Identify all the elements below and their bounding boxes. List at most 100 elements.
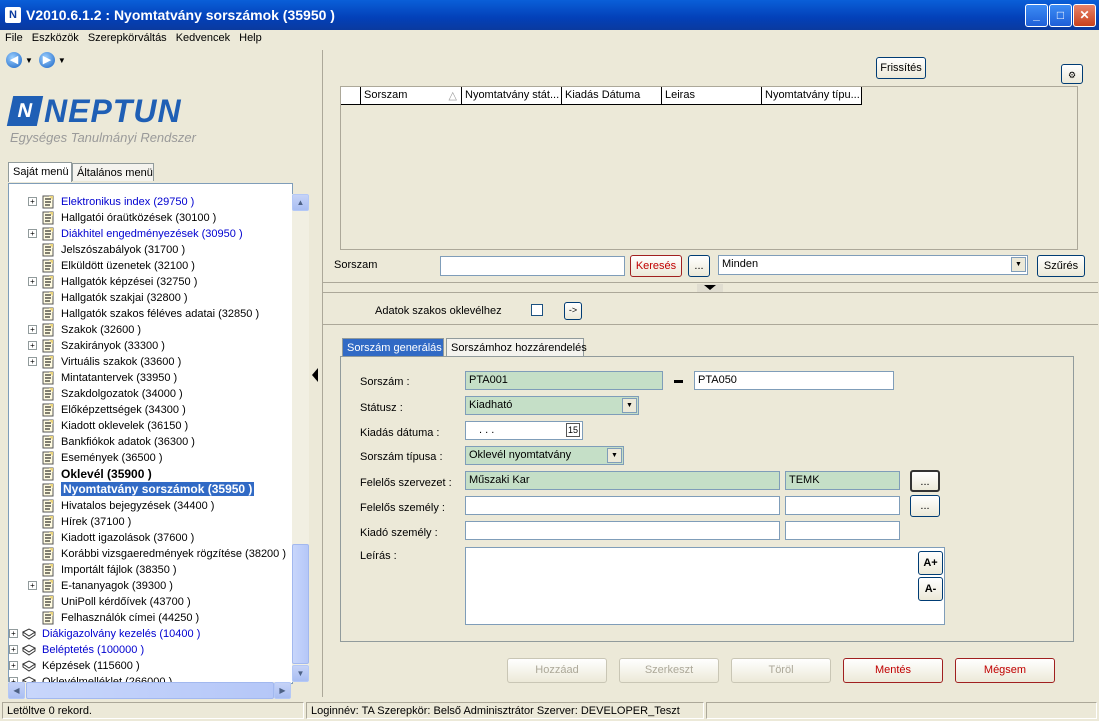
back-dropdown-icon[interactable]: ▼ (25, 56, 33, 65)
chevron-down-icon[interactable]: ▼ (622, 398, 637, 413)
scroll-down-icon[interactable]: ▼ (292, 665, 309, 682)
tree-item[interactable]: Jelszószabályok (31700 ) (9, 242, 292, 258)
diploma-go-button[interactable]: -> (564, 302, 582, 320)
tree-item[interactable]: Hallgatók szakjai (32800 ) (9, 290, 292, 306)
kiado-szemely-code[interactable] (785, 521, 900, 540)
scroll-thumb[interactable] (292, 544, 309, 664)
search-more-button[interactable]: ... (688, 255, 710, 277)
tree-item[interactable]: Kiadott oklevelek (36150 ) (9, 418, 292, 434)
tab-sajat-menu[interactable]: Saját menü (8, 162, 72, 182)
tree-item[interactable]: Elküldött üzenetek (32100 ) (9, 258, 292, 274)
tree-vertical-scrollbar[interactable]: ▲ ▼ (292, 194, 309, 682)
tree-item[interactable]: Bankfiókok adatok (36300 ) (9, 434, 292, 450)
column-leiras[interactable]: Leiras (662, 87, 762, 105)
expand-icon[interactable]: + (9, 661, 18, 670)
font-decrease-button[interactable]: A- (918, 577, 943, 601)
calendar-icon[interactable]: 15 (566, 423, 580, 437)
tree-item[interactable]: + Képzések (115600 ) (9, 658, 292, 674)
menu-file[interactable]: File (0, 30, 27, 44)
tree-item[interactable]: + Hallgatók képzései (32750 ) (9, 274, 292, 290)
expand-icon[interactable]: + (9, 645, 18, 654)
column-nyomtatvany-tipus[interactable]: Nyomtatvány típu... (762, 87, 862, 105)
expand-icon[interactable]: + (9, 629, 18, 638)
tree-item[interactable]: Hírek (37100 ) (9, 514, 292, 530)
tree-item[interactable]: Mintatantervek (33950 ) (9, 370, 292, 386)
tree-item[interactable]: Szakdolgozatok (34000 ) (9, 386, 292, 402)
close-button[interactable]: ✕ (1073, 4, 1096, 27)
tree-item[interactable]: Hallgatók szakos féléves adatai (32850 ) (9, 306, 292, 322)
tree-item[interactable]: Hallgatói óraütközések (30100 ) (9, 210, 292, 226)
tree-item[interactable]: + Diákigazolvány kezelés (10400 ) (9, 626, 292, 642)
tree-item[interactable]: Hivatalos bejegyzések (34400 ) (9, 498, 292, 514)
statusz-select[interactable]: Kiadható ▼ (465, 396, 639, 415)
menu-szerepkorvaltas[interactable]: Szerepkörváltás (83, 30, 171, 44)
add-button[interactable]: Hozzáad (507, 658, 607, 683)
column-kiadas-datuma[interactable]: Kiadás Dátuma (562, 87, 662, 105)
felelos-szervezet-name[interactable]: Műszaki Kar (465, 471, 780, 490)
tab-altalanos-menu[interactable]: Általános menü (72, 163, 154, 181)
save-button[interactable]: Mentés (843, 658, 943, 683)
expand-icon[interactable]: + (28, 229, 37, 238)
edit-button[interactable]: Szerkeszt (619, 658, 719, 683)
menu-eszkozok[interactable]: Eszközök (27, 30, 83, 44)
szemely-lookup-button[interactable]: ... (910, 495, 940, 517)
expand-icon[interactable]: + (28, 197, 37, 206)
expand-icon[interactable]: + (28, 341, 37, 350)
delete-button[interactable]: Töröl (731, 658, 831, 683)
expand-icon[interactable]: + (28, 325, 37, 334)
menu-tree[interactable]: + Elektronikus index (29750 ) Hallgatói ór… (8, 183, 293, 684)
menu-kedvencek[interactable]: Kedvencek (171, 30, 234, 44)
scroll-up-icon[interactable]: ▲ (292, 194, 309, 211)
tree-item[interactable]: Korábbi vizsgaeredmények rögzítése (3820… (9, 546, 292, 562)
forward-dropdown-icon[interactable]: ▼ (58, 56, 66, 65)
tree-item[interactable]: Felhasználók címei (44250 ) (9, 610, 292, 626)
filter-select[interactable]: Minden ▼ (718, 255, 1028, 275)
search-input[interactable] (440, 256, 625, 276)
panel-splitter[interactable] (310, 360, 320, 390)
diploma-data-checkbox[interactable] (531, 304, 543, 316)
collapse-down-icon[interactable] (704, 285, 716, 290)
cancel-button[interactable]: Mégsem (955, 658, 1055, 683)
felelos-szervezet-code[interactable]: TEMK (785, 471, 900, 490)
results-grid[interactable]: Sorszam △ Nyomtatvány stát... Kiadás Dátu… (340, 86, 1078, 250)
forward-arrow-icon[interactable]: ▶ (38, 52, 55, 68)
tree-item[interactable]: Események (36500 ) (9, 450, 292, 466)
tree-horizontal-scrollbar[interactable]: ◀ ▶ (8, 682, 291, 699)
tree-item[interactable]: Kiadott igazolások (37600 ) (9, 530, 292, 546)
minimize-button[interactable]: _ (1025, 4, 1048, 27)
expand-icon[interactable]: + (28, 277, 37, 286)
kiado-szemely-name[interactable] (465, 521, 780, 540)
scroll-left-icon[interactable]: ◀ (8, 682, 25, 699)
tree-item[interactable]: UniPoll kérdőívek (43700 ) (9, 594, 292, 610)
tree-item[interactable]: Előképzettségek (34300 ) (9, 402, 292, 418)
search-button[interactable]: Keresés (630, 255, 682, 277)
tree-item[interactable]: + Diákhitel engedményezések (30950 ) (9, 226, 292, 242)
hscroll-thumb[interactable] (26, 682, 274, 699)
tree-item[interactable]: + Elektronikus index (29750 ) (9, 194, 292, 210)
collapse-left-icon[interactable] (312, 368, 318, 382)
grid-settings-icon[interactable]: ⚙ (1061, 64, 1083, 84)
font-increase-button[interactable]: A+ (918, 551, 943, 575)
tree-item[interactable]: Oklevél (35900 ) (9, 466, 292, 482)
chevron-down-icon[interactable]: ▼ (607, 448, 622, 463)
felelos-szemely-code[interactable] (785, 496, 900, 515)
expand-icon[interactable]: + (28, 357, 37, 366)
tree-item[interactable]: + Beléptetés (100000 ) (9, 642, 292, 658)
menu-help[interactable]: Help (234, 30, 266, 44)
column-sorszam[interactable]: Sorszam △ (361, 87, 462, 105)
tree-item[interactable]: Importált fájlok (38350 ) (9, 562, 292, 578)
refresh-button[interactable]: Frissítés (876, 57, 926, 79)
tree-item[interactable]: Nyomtatvány sorszámok (35950 ) (9, 482, 292, 498)
tree-item[interactable]: + E-tananyagok (39300 ) (9, 578, 292, 594)
szervezet-lookup-button[interactable]: ... (910, 470, 940, 492)
tab-sorszam-generalas[interactable]: Sorszám generálás (342, 338, 444, 357)
kiadas-datuma-input[interactable]: . . . 15 (465, 421, 583, 440)
scroll-right-icon[interactable]: ▶ (274, 682, 291, 699)
maximize-button[interactable]: □ (1049, 4, 1072, 27)
chevron-down-icon[interactable]: ▼ (1011, 257, 1026, 272)
tab-sorszamhoz-hozzarendeles[interactable]: Sorszámhoz hozzárendelés (446, 338, 587, 357)
filter-button[interactable]: Szűrés (1037, 255, 1085, 277)
column-nyomtatvany-statusz[interactable]: Nyomtatvány stát... (462, 87, 562, 105)
sorszam-from-input[interactable]: PTA001 (465, 371, 663, 390)
sorszam-to-input[interactable]: PTA050 (694, 371, 894, 390)
